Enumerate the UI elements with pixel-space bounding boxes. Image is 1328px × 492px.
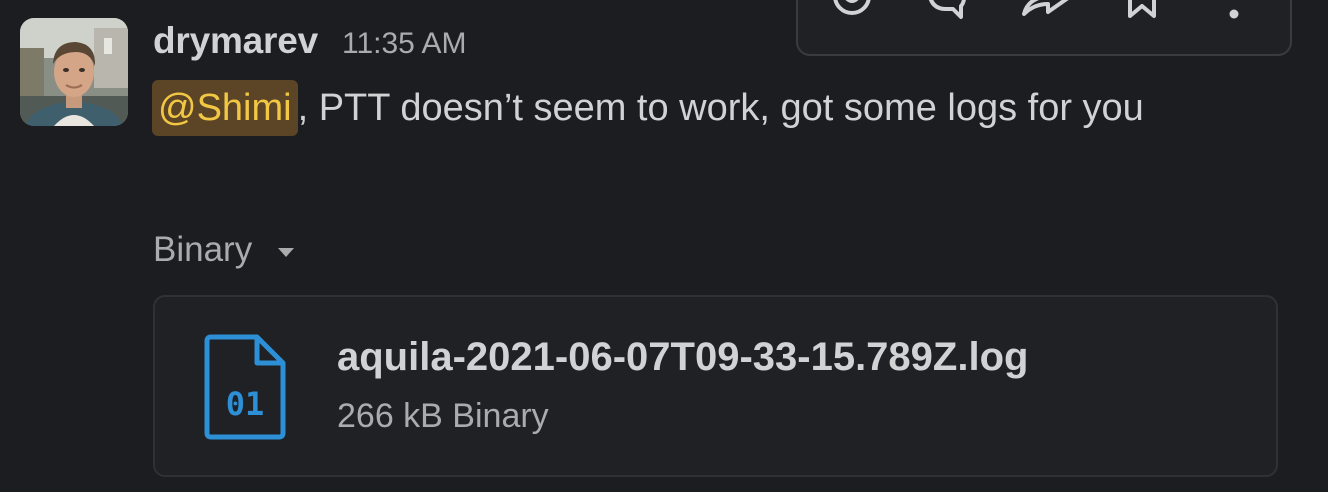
- file-name[interactable]: aquila-2021-06-07T09-33-15.789Z.log: [337, 335, 1028, 380]
- avatar-image: [20, 18, 128, 126]
- message-header: drymarev 11:35 AM: [153, 20, 467, 68]
- reply-in-thread-icon: [928, 0, 966, 19]
- attachment-collapse-toggle[interactable]: Binary: [153, 230, 295, 270]
- bookmark-icon: [1128, 0, 1156, 18]
- message-timestamp[interactable]: 11:35 AM: [342, 27, 467, 61]
- more-actions-button[interactable]: [1212, 0, 1256, 22]
- message-text: @Shimi, PTT doesn’t seem to work, got so…: [152, 74, 1233, 142]
- author-name[interactable]: drymarev: [153, 20, 318, 62]
- file-meta: 266 kB Binary: [337, 397, 549, 435]
- message-pane: drymarev 11:35 AM @Shimi, PTT doesn’t se…: [0, 0, 1328, 492]
- user-mention[interactable]: @Shimi: [152, 80, 298, 136]
- binary-file-icon: 01: [203, 333, 287, 446]
- message-actions-toolbar: [796, 0, 1292, 56]
- file-icon-text: 01: [226, 385, 265, 423]
- share-message-icon: [1022, 0, 1069, 16]
- caret-down-icon: [278, 247, 295, 257]
- file-attachment-card[interactable]: 01 aquila-2021-06-07T09-33-15.789Z.log 2…: [153, 295, 1278, 477]
- share-message-button[interactable]: [1016, 0, 1076, 22]
- emoji-reaction-icon: [833, 0, 871, 15]
- bookmark-button[interactable]: [1114, 0, 1170, 22]
- attachment-type-label: Binary: [153, 230, 253, 269]
- more-actions-icon: [1229, 9, 1239, 19]
- message-text-content: , PTT doesn’t seem to work, got some log…: [297, 87, 1144, 129]
- avatar[interactable]: [20, 18, 128, 126]
- reply-in-thread-button[interactable]: [918, 0, 974, 22]
- emoji-reaction-button[interactable]: [824, 0, 880, 22]
